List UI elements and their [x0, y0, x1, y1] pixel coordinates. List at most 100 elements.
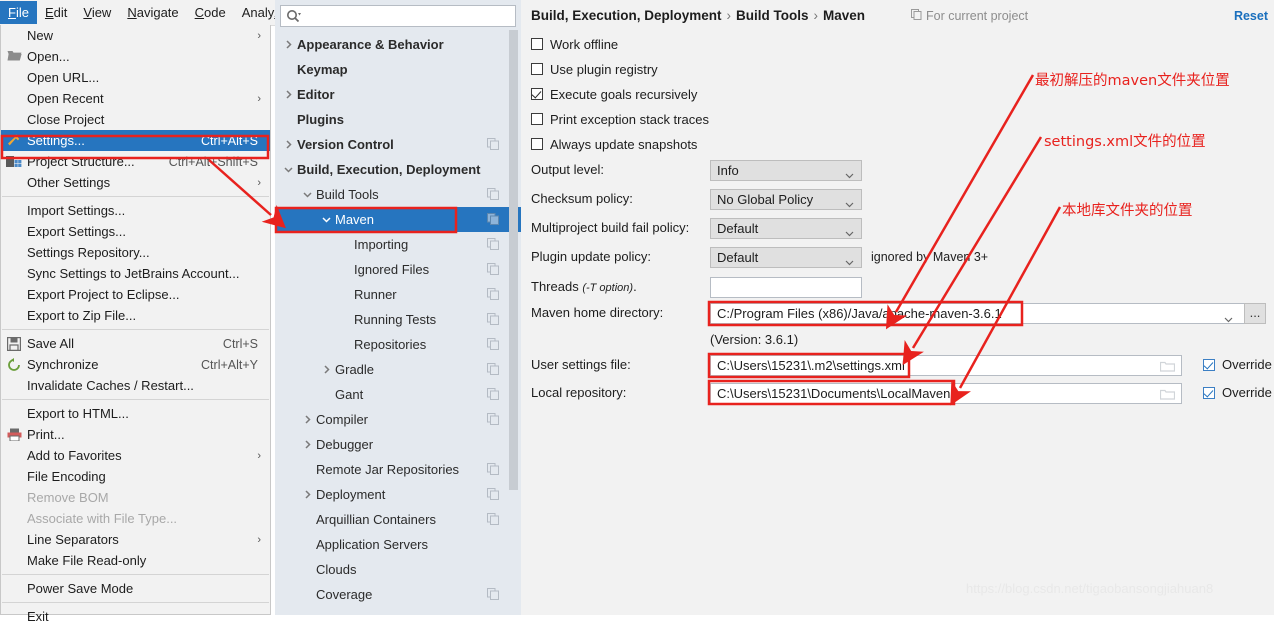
menu-item-open[interactable]: Open...: [1, 46, 270, 67]
chevron-right-icon[interactable]: [302, 414, 313, 425]
combo-plugin-update-policy[interactable]: Default: [710, 247, 862, 268]
menu-item-exit[interactable]: Exit: [1, 606, 270, 627]
menu-item-invalidate-caches-restart[interactable]: Invalidate Caches / Restart...: [1, 375, 270, 396]
menu-item-save-all[interactable]: Save All Ctrl+S: [1, 333, 270, 354]
tree-node-debugger[interactable]: Debugger: [275, 432, 521, 457]
checkbox-label: Execute goals recursively: [550, 86, 698, 102]
checkbox[interactable]: [531, 113, 543, 125]
menubar-item-file[interactable]: File: [0, 1, 37, 24]
tree-node-clouds[interactable]: Clouds: [275, 557, 521, 582]
chevron-right-icon[interactable]: [321, 364, 332, 375]
tree-node-arquillian-containers[interactable]: Arquillian Containers: [275, 507, 521, 532]
menu-item-line-separators[interactable]: Line Separators ›: [1, 529, 270, 550]
tree-node-version-control[interactable]: Version Control: [275, 132, 521, 157]
menu-item-export-to-zip-file[interactable]: Export to Zip File...: [1, 305, 270, 326]
tree-node-running-tests[interactable]: Running Tests: [275, 307, 521, 332]
chevron-right-icon[interactable]: [302, 439, 313, 450]
checkbox[interactable]: [531, 63, 543, 75]
menu-item-export-settings[interactable]: Export Settings...: [1, 221, 270, 242]
tree-node-gradle[interactable]: Gradle: [275, 357, 521, 382]
tree-node-plugins[interactable]: Plugins: [275, 107, 521, 132]
tree-node-editor[interactable]: Editor: [275, 82, 521, 107]
chevron-right-icon[interactable]: [283, 89, 294, 100]
checkbox[interactable]: [531, 38, 543, 50]
menu-item-power-save-mode[interactable]: Power Save Mode: [1, 578, 270, 599]
chevron-down-icon[interactable]: [1224, 311, 1233, 323]
checkbox-row-print-exception-stack-traces[interactable]: Print exception stack traces: [531, 110, 709, 128]
checkbox-row-always-update-snapshots[interactable]: Always update snapshots: [531, 135, 697, 153]
menu-item-new[interactable]: New ›: [1, 25, 270, 46]
menu-item-print[interactable]: Print...: [1, 424, 270, 445]
checkbox[interactable]: [531, 88, 543, 100]
chevron-right-icon[interactable]: [283, 39, 294, 50]
menu-item-label: Power Save Mode: [27, 581, 134, 596]
tree-node-application-servers[interactable]: Application Servers: [275, 532, 521, 557]
menu-item-sync-settings-to-jetbrains-account[interactable]: Sync Settings to JetBrains Account...: [1, 263, 270, 284]
chevron-down-icon[interactable]: [302, 189, 313, 200]
menu-separator: [2, 399, 269, 400]
menu-item-make-file-read-only[interactable]: Make File Read-only: [1, 550, 270, 571]
settings-tree[interactable]: Appearance & Behavior Keymap Editor Plugins…: [275, 32, 521, 615]
menubar-item-edit[interactable]: Edit: [37, 1, 75, 24]
tree-node-compiler[interactable]: Compiler: [275, 407, 521, 432]
tree-node-gant[interactable]: Gant: [275, 382, 521, 407]
tree-node-keymap[interactable]: Keymap: [275, 57, 521, 82]
copy-scope-icon: [487, 238, 499, 250]
tree-node-remote-jar-repositories[interactable]: Remote Jar Repositories: [275, 457, 521, 482]
menu-item-other-settings[interactable]: Other Settings ›: [1, 172, 270, 193]
menu-item-synchronize[interactable]: Synchronize Ctrl+Alt+Y: [1, 354, 270, 375]
chevron-right-icon[interactable]: [283, 139, 294, 150]
reset-link[interactable]: Reset: [1234, 9, 1268, 23]
tree-node-deployment[interactable]: Deployment: [275, 482, 521, 507]
override-checkbox[interactable]: [1203, 358, 1215, 371]
menu-item-settings-repository[interactable]: Settings Repository...: [1, 242, 270, 263]
tree-node-build-execution-deployment[interactable]: Build, Execution, Deployment: [275, 157, 521, 182]
maven-home-input[interactable]: C:/Program Files (x86)/Java/apache-maven…: [710, 303, 1250, 324]
local-repository-override[interactable]: Override: [1203, 385, 1272, 400]
menubar-item-navigate[interactable]: Navigate: [119, 1, 186, 24]
override-checkbox[interactable]: [1203, 386, 1215, 399]
threads-input[interactable]: [710, 277, 862, 298]
chevron-down-icon[interactable]: [283, 164, 294, 175]
folder-browse-icon[interactable]: [1159, 388, 1176, 400]
user-settings-input[interactable]: C:\Users\15231\.m2\settings.xml: [710, 355, 1182, 376]
local-repository-input[interactable]: C:\Users\15231\Documents\LocalMaven: [710, 383, 1182, 404]
combo-multiproject-build-fail-policy[interactable]: Default: [710, 218, 862, 239]
menu-item-close-project[interactable]: Close Project: [1, 109, 270, 130]
menu-item-shortcut: Ctrl+Alt+S: [201, 133, 258, 148]
menu-item-project-structure[interactable]: Project Structure... Ctrl+Alt+Shift+S: [1, 151, 270, 172]
menu-item-label: Print...: [27, 427, 65, 442]
folder-browse-icon[interactable]: [1159, 360, 1176, 372]
settings-search-input[interactable]: [280, 5, 516, 27]
tree-node-ignored-files[interactable]: Ignored Files: [275, 257, 521, 282]
checkbox-row-execute-goals-recursively[interactable]: Execute goals recursively: [531, 85, 697, 103]
checkbox-row-use-plugin-registry[interactable]: Use plugin registry: [531, 60, 658, 78]
combo-output-level[interactable]: Info: [710, 160, 862, 181]
tree-node-coverage[interactable]: Coverage: [275, 582, 521, 607]
menubar-item-view[interactable]: View: [75, 1, 119, 24]
checkbox-row-work-offline[interactable]: Work offline: [531, 35, 618, 53]
chevron-right-icon[interactable]: [302, 489, 313, 500]
tree-node-build-tools[interactable]: Build Tools: [275, 182, 521, 207]
menu-item-open-url[interactable]: Open URL...: [1, 67, 270, 88]
menu-item-settings[interactable]: Settings... Ctrl+Alt+S: [1, 130, 270, 151]
tree-node-importing[interactable]: Importing: [275, 232, 521, 257]
menubar-item-code[interactable]: Code: [187, 1, 234, 24]
maven-home-browse-button[interactable]: ...: [1244, 303, 1266, 324]
tree-node-maven[interactable]: Maven: [275, 207, 521, 232]
tree-node-appearance-behavior[interactable]: Appearance & Behavior: [275, 32, 521, 57]
menu-item-import-settings[interactable]: Import Settings...: [1, 200, 270, 221]
settings-tree-scrollbar[interactable]: [509, 30, 518, 490]
menu-item-file-encoding[interactable]: File Encoding: [1, 466, 270, 487]
tree-node-runner[interactable]: Runner: [275, 282, 521, 307]
combo-checksum-policy[interactable]: No Global Policy: [710, 189, 862, 210]
menu-item-open-recent[interactable]: Open Recent ›: [1, 88, 270, 109]
menu-item-add-to-favorites[interactable]: Add to Favorites ›: [1, 445, 270, 466]
tree-node-repositories[interactable]: Repositories: [275, 332, 521, 357]
tree-node-label: Build, Execution, Deployment: [297, 162, 481, 177]
checkbox[interactable]: [531, 138, 543, 150]
user-settings-override[interactable]: Override: [1203, 357, 1272, 372]
menu-item-export-project-to-eclipse[interactable]: Export Project to Eclipse...: [1, 284, 270, 305]
chevron-down-icon[interactable]: [321, 214, 332, 225]
menu-item-export-to-html[interactable]: Export to HTML...: [1, 403, 270, 424]
